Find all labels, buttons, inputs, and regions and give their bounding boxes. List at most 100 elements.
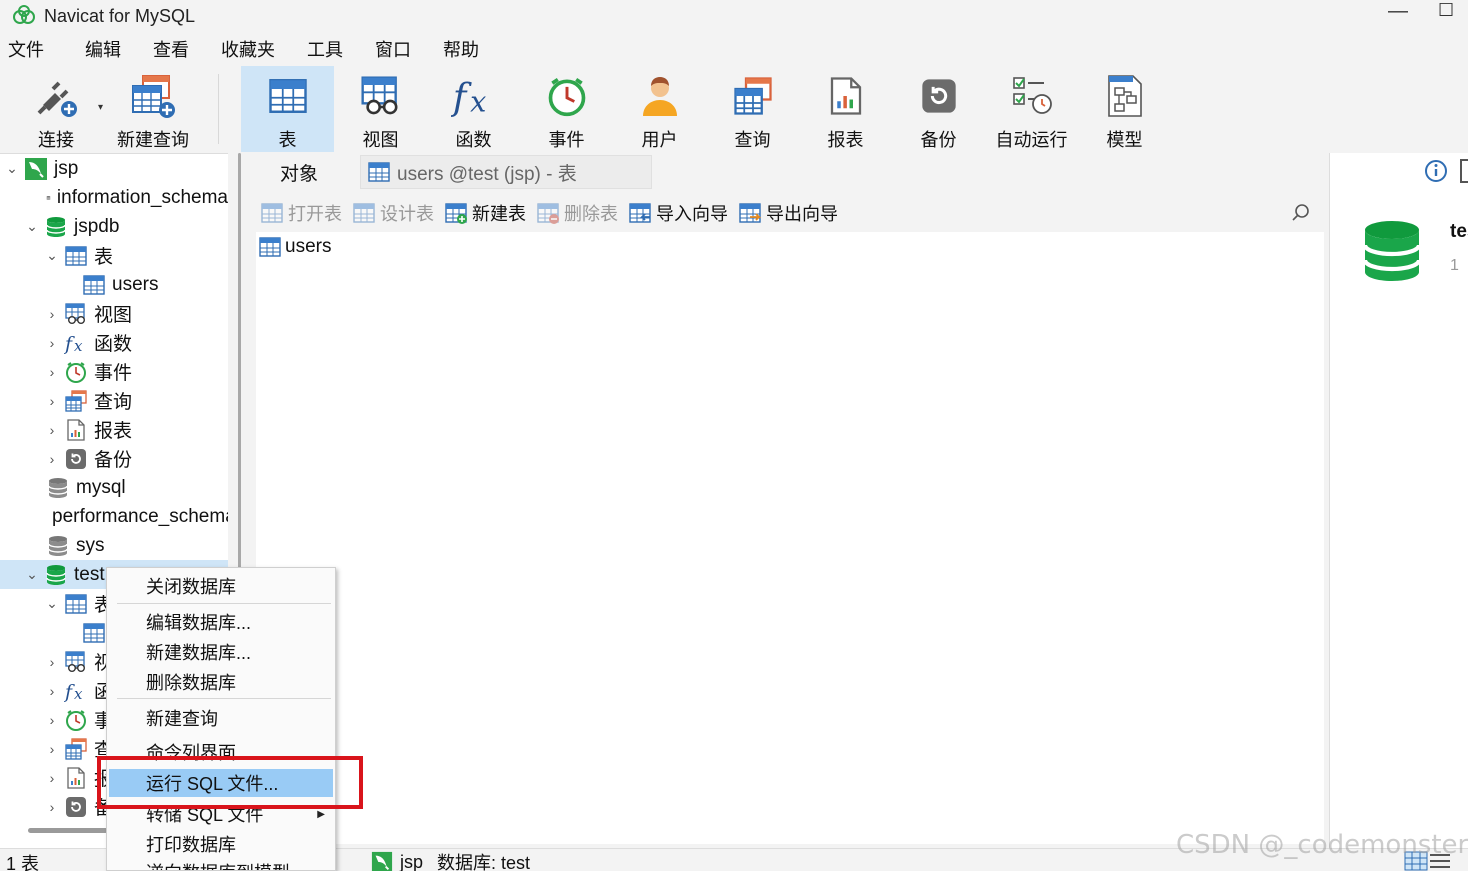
search-icon[interactable]	[1290, 202, 1312, 224]
tree-item-sys[interactable]: sys	[0, 531, 228, 560]
backup-icon	[64, 447, 88, 471]
user-button[interactable]: 用户	[613, 66, 706, 152]
tree-horizontal-scrollbar[interactable]	[28, 828, 108, 833]
database-icon	[46, 534, 70, 558]
model-button[interactable]: 模型	[1078, 66, 1171, 152]
user-icon	[642, 77, 677, 116]
tab-users-label: users @test (jsp) - 表	[397, 163, 577, 185]
menu-item-close-database[interactable]: 关闭数据库	[109, 572, 333, 600]
chevron-right-icon[interactable]: ›	[44, 393, 60, 409]
event-button[interactable]: 事件	[520, 66, 613, 152]
database-icon	[44, 563, 68, 587]
minimize-button[interactable]: —	[1378, 0, 1418, 28]
tree-item-jspdb-views[interactable]: › 视图	[0, 299, 228, 328]
table-icon	[82, 621, 106, 645]
chevron-down-icon[interactable]: ⌄	[24, 218, 40, 235]
export-wizard-button[interactable]: 导出向导	[738, 200, 838, 226]
menu-item-edit-database[interactable]: 编辑数据库...	[109, 608, 333, 636]
chevron-right-icon[interactable]: ›	[44, 306, 60, 322]
tree-item-performance-schema[interactable]: performance_schema	[0, 502, 228, 531]
backup-button[interactable]: 备份	[892, 66, 985, 152]
status-conn-name: jsp	[400, 851, 424, 871]
menu-file[interactable]: 文件	[4, 36, 48, 62]
title-bar: Navicat for MySQL — ☐	[0, 0, 1468, 32]
open-table-button[interactable]: 打开表	[260, 200, 342, 226]
delete-table-button[interactable]: 删除表	[536, 200, 618, 226]
tree-item-information-schema[interactable]: information_schema	[0, 183, 228, 212]
new-query-label: 新建查询	[117, 130, 189, 150]
chevron-right-icon[interactable]: ›	[44, 422, 60, 438]
tree-item-jspdb-queries[interactable]: › 查询	[0, 386, 228, 415]
query-icon	[64, 389, 88, 413]
tree-item-jspdb-functions[interactable]: › 函数	[0, 328, 228, 357]
new-table-button[interactable]: 新建表	[444, 200, 526, 226]
tree-item-jspdb-tables[interactable]: ⌄ 表	[0, 241, 228, 270]
chevron-right-icon[interactable]: ›	[44, 451, 60, 467]
backup-icon	[64, 795, 88, 819]
tab-objects[interactable]: 对象	[242, 153, 356, 191]
import-wizard-button[interactable]: 导入向导	[628, 200, 728, 226]
menu-help[interactable]: 帮助	[439, 36, 483, 62]
query-button[interactable]: 查询	[706, 66, 799, 152]
menu-tools[interactable]: 工具	[303, 36, 347, 62]
chevron-down-icon[interactable]: ⌄	[44, 595, 60, 612]
chevron-right-icon[interactable]: ›	[44, 335, 60, 351]
function-button[interactable]: 函数	[427, 66, 520, 152]
report-icon	[64, 766, 88, 790]
menu-favorites[interactable]: 收藏夹	[217, 36, 279, 62]
chevron-right-icon[interactable]: ›	[44, 364, 60, 380]
model-icon	[1107, 75, 1142, 117]
chevron-right-icon[interactable]: ›	[44, 770, 60, 786]
status-connection: jsp 数据库: test	[370, 849, 530, 871]
tree-item-jspdb-events[interactable]: › 事件	[0, 357, 228, 386]
connect-dropdown-icon[interactable]: ▾	[98, 102, 103, 113]
table-button[interactable]: 表	[241, 66, 334, 152]
database-icon	[44, 215, 68, 239]
menu-window[interactable]: 窗口	[371, 36, 415, 62]
function-label: 函数	[455, 130, 492, 150]
view-icon	[64, 650, 88, 674]
view-button[interactable]: 视图	[334, 66, 427, 152]
function-icon	[451, 73, 497, 119]
database-icon	[46, 186, 51, 210]
table-icon	[82, 273, 106, 297]
chevron-down-icon[interactable]: ⌄	[4, 160, 20, 177]
panel-toggle-icon[interactable]	[1460, 159, 1468, 183]
table-icon	[258, 235, 282, 259]
report-button[interactable]: 报表	[799, 66, 892, 152]
menu-item-new-query[interactable]: 新建查询	[109, 704, 333, 732]
new-query-button[interactable]: 新建查询	[112, 66, 194, 152]
alarm-clock-icon	[545, 74, 589, 118]
tree-item-users[interactable]: users	[0, 270, 228, 299]
menu-bar: 文件 编辑 查看 收藏夹 工具 窗口 帮助	[0, 34, 1468, 64]
tree-item-mysql[interactable]: mysql	[0, 473, 228, 502]
menu-edit[interactable]: 编辑	[81, 36, 125, 62]
menu-view[interactable]: 查看	[149, 36, 193, 62]
chevron-right-icon[interactable]: ›	[44, 741, 60, 757]
autorun-button[interactable]: 自动运行	[985, 66, 1078, 152]
chevron-right-icon[interactable]: ›	[44, 654, 60, 670]
chevron-down-icon[interactable]: ⌄	[24, 566, 40, 583]
menu-item-print-database[interactable]: 打印数据库	[109, 830, 333, 858]
tree-item-jspdb[interactable]: ⌄ jspdb	[0, 212, 228, 241]
chevron-down-icon[interactable]: ⌄	[44, 247, 60, 264]
chevron-right-icon[interactable]: ›	[44, 712, 60, 728]
import-icon	[628, 201, 652, 225]
new-table-icon	[444, 201, 467, 224]
tree-item-jspdb-backups[interactable]: › 备份	[0, 444, 228, 473]
info-icon[interactable]	[1424, 159, 1448, 183]
chevron-right-icon[interactable]: ›	[44, 683, 60, 699]
context-menu: 关闭数据库 编辑数据库... 新建数据库... 删除数据库 新建查询 命令列界面…	[106, 567, 336, 871]
menu-item-new-database[interactable]: 新建数据库...	[109, 638, 333, 666]
tree-item-conn-jsp[interactable]: ⌄ jsp	[0, 154, 228, 183]
menu-item-delete-database[interactable]: 删除数据库	[109, 668, 333, 696]
design-table-button[interactable]: 设计表	[352, 200, 434, 226]
maximize-button[interactable]: ☐	[1438, 0, 1468, 28]
connect-button[interactable]: 连接	[20, 66, 92, 152]
list-item[interactable]: users	[258, 235, 331, 259]
menu-item-reverse-to-model[interactable]: 逆向数据库到模型...	[109, 858, 333, 870]
chevron-right-icon[interactable]: ›	[44, 799, 60, 815]
tab-users-table[interactable]: users @test (jsp) - 表	[360, 155, 652, 189]
submenu-arrow-icon: ▶	[317, 808, 325, 820]
tree-item-jspdb-reports[interactable]: › 报表	[0, 415, 228, 444]
